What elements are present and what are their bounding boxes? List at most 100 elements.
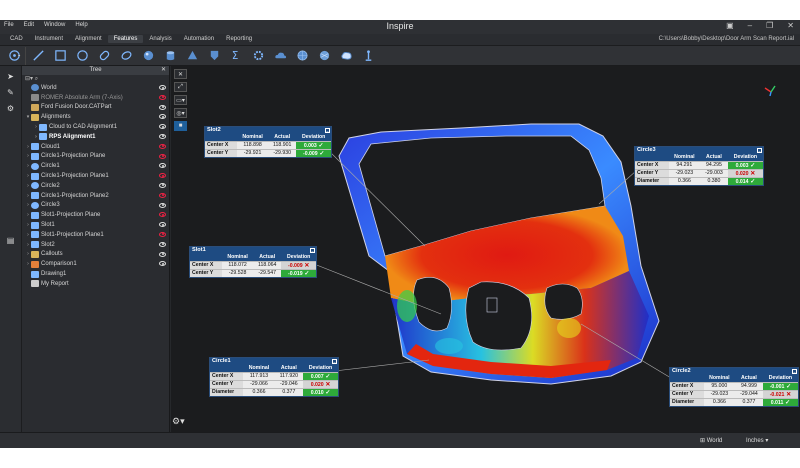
coordinate-system-selector[interactable]: ⊞ World [700, 437, 722, 444]
callout-circle3[interactable]: Circle3 – Nominal Actual Deviation Center… [634, 146, 764, 186]
visibility-eye-icon[interactable] [159, 153, 166, 159]
probe-icon[interactable]: ⚙ [4, 102, 18, 114]
tree-item[interactable]: › Slot1 [22, 220, 169, 230]
visibility-eye-icon[interactable] [159, 104, 166, 110]
visibility-eye-icon[interactable] [159, 192, 166, 198]
tree-item[interactable]: › Circle3 [22, 201, 169, 211]
tree-item[interactable]: › Cloud to CAD Alignment1 [22, 122, 169, 132]
visibility-eye-icon[interactable] [159, 222, 166, 228]
expand-all-icon[interactable]: ⊟▾ [25, 76, 33, 82]
mesh-icon[interactable] [292, 47, 312, 65]
circle-icon[interactable] [72, 47, 92, 65]
visibility-eye-icon[interactable] [159, 231, 166, 237]
visibility-eye-icon[interactable] [159, 85, 166, 90]
tab-instrument[interactable]: Instrument [29, 35, 69, 43]
callout-circle2[interactable]: Circle2 – Nominal Actual Deviation Center… [669, 367, 799, 407]
tree-item[interactable]: › Circle1-Projection Plane1 [22, 171, 169, 181]
minimize-icon[interactable]: – [332, 359, 337, 364]
view-select-icon[interactable]: ▭▾ [174, 95, 187, 105]
visibility-eye-icon[interactable] [159, 261, 166, 267]
tab-alignment[interactable]: Alignment [69, 35, 108, 43]
tree-item[interactable]: › Circle1-Projection Plane2 [22, 191, 169, 201]
cylinder-icon[interactable] [160, 47, 180, 65]
visibility-eye-icon[interactable] [159, 163, 166, 169]
visibility-eye-icon[interactable] [159, 251, 166, 257]
units-selector[interactable]: Inches ▾ [746, 437, 768, 444]
tree-item[interactable]: ROMER Absolute Arm (7-Axis) [22, 93, 169, 103]
minimize-icon[interactable]: – [757, 148, 762, 153]
menu-window[interactable]: Window [44, 22, 65, 28]
visibility-eye-icon[interactable] [159, 202, 166, 208]
minimize-icon[interactable]: – [325, 128, 330, 133]
callout-circle1[interactable]: Circle1 – Nominal Actual Deviation Center… [209, 357, 339, 397]
visibility-eye-icon[interactable] [159, 212, 166, 218]
settings-gear-icon[interactable]: ⚙▾ [172, 416, 185, 427]
report-panel-icon[interactable]: ▤ [4, 234, 18, 246]
sigma-icon[interactable]: Σ [226, 47, 246, 65]
tab-reporting[interactable]: Reporting [220, 35, 258, 43]
visibility-eye-icon[interactable] [159, 94, 166, 100]
sphere-icon[interactable] [138, 47, 158, 65]
tree-item[interactable]: ▾ Alignments [22, 112, 169, 122]
visibility-eye-icon[interactable] [159, 114, 166, 120]
menu-help[interactable]: Help [75, 22, 87, 28]
expand-view-icon[interactable]: ⤢ [174, 82, 187, 92]
minimize-icon[interactable]: – [748, 21, 752, 30]
cloud-icon[interactable] [270, 47, 290, 65]
tab-analysis[interactable]: Analysis [143, 35, 177, 43]
callout-slot1[interactable]: Slot1 – Nominal Actual Deviation Center X… [189, 246, 317, 278]
plane-icon[interactable] [50, 47, 70, 65]
point-icon[interactable] [4, 46, 26, 65]
callout-slot2[interactable]: Slot2 – Nominal Actual Deviation Center X… [204, 126, 332, 158]
cloud-shape-icon[interactable] [336, 47, 356, 65]
tree-item[interactable]: › Slot1-Projection Plane [22, 210, 169, 220]
line-icon[interactable] [28, 47, 48, 65]
menu-file[interactable]: File [4, 22, 14, 28]
visibility-eye-icon[interactable] [159, 241, 166, 247]
tree-item[interactable]: Drawing1 [22, 269, 169, 279]
tab-features[interactable]: Features [107, 35, 144, 43]
camera-icon[interactable]: ■ [174, 121, 187, 131]
minimize-icon[interactable]: – [310, 248, 315, 253]
select-cursor-icon[interactable]: ➤ [4, 70, 18, 82]
close-icon[interactable]: ✕ [787, 21, 794, 30]
gear-icon[interactable] [248, 47, 268, 65]
tree-item[interactable]: › RPS Alignment1 [22, 132, 169, 142]
close-icon[interactable]: ✕ [161, 66, 166, 75]
visibility-eye-icon[interactable] [159, 124, 166, 130]
tab-automation[interactable]: Automation [178, 35, 220, 43]
maximize-icon[interactable]: ❐ [766, 21, 773, 30]
cell-value: -29.046 [280, 381, 298, 387]
visibility-eye-icon[interactable] [159, 182, 166, 188]
tree-item[interactable]: › Cloud1 [22, 142, 169, 152]
3d-viewport[interactable]: ✕ ⤢ ▭▾ ◎▾ ■ Slot2 – Nominal Actual Deviat… [171, 66, 800, 432]
tree-item-label: Cloud to CAD Alignment1 [49, 124, 118, 131]
tree-item[interactable]: › Slot2 [22, 240, 169, 250]
visibility-eye-icon[interactable] [159, 143, 166, 149]
tree-item[interactable]: My Report [22, 279, 169, 289]
visibility-eye-icon[interactable] [159, 133, 166, 139]
wrench-icon[interactable] [358, 47, 378, 65]
tree-item[interactable]: Ford Fusion Door.CATPart [22, 103, 169, 113]
tree-item[interactable]: › Circle1 [22, 161, 169, 171]
tree-item[interactable]: › Circle2 [22, 181, 169, 191]
fit-view-icon[interactable]: ✕ [174, 69, 187, 79]
ellipse-icon[interactable] [116, 47, 136, 65]
tree-item[interactable]: › Slot1-Projection Plane1 [22, 230, 169, 240]
tree-item[interactable]: › Comparison1 [22, 259, 169, 269]
tree-item[interactable]: › Circle1-Projection Plane [22, 152, 169, 162]
slot-icon[interactable] [94, 47, 114, 65]
cone-icon[interactable] [182, 47, 202, 65]
tree-item[interactable]: World [22, 83, 169, 93]
pin-icon[interactable]: ✎ [4, 86, 18, 98]
polygon-icon[interactable] [204, 47, 224, 65]
save-icon[interactable]: ▣ [726, 21, 734, 30]
minimize-icon[interactable]: – [792, 369, 797, 374]
render-select-icon[interactable]: ◎▾ [174, 108, 187, 118]
tab-cad[interactable]: CAD [4, 35, 29, 43]
search-icon[interactable]: ⌕ [35, 76, 38, 82]
mesh-cloud-icon[interactable] [314, 47, 334, 65]
visibility-eye-icon[interactable] [159, 173, 166, 179]
tree-item[interactable]: › Callouts [22, 250, 169, 260]
menu-edit[interactable]: Edit [24, 22, 34, 28]
